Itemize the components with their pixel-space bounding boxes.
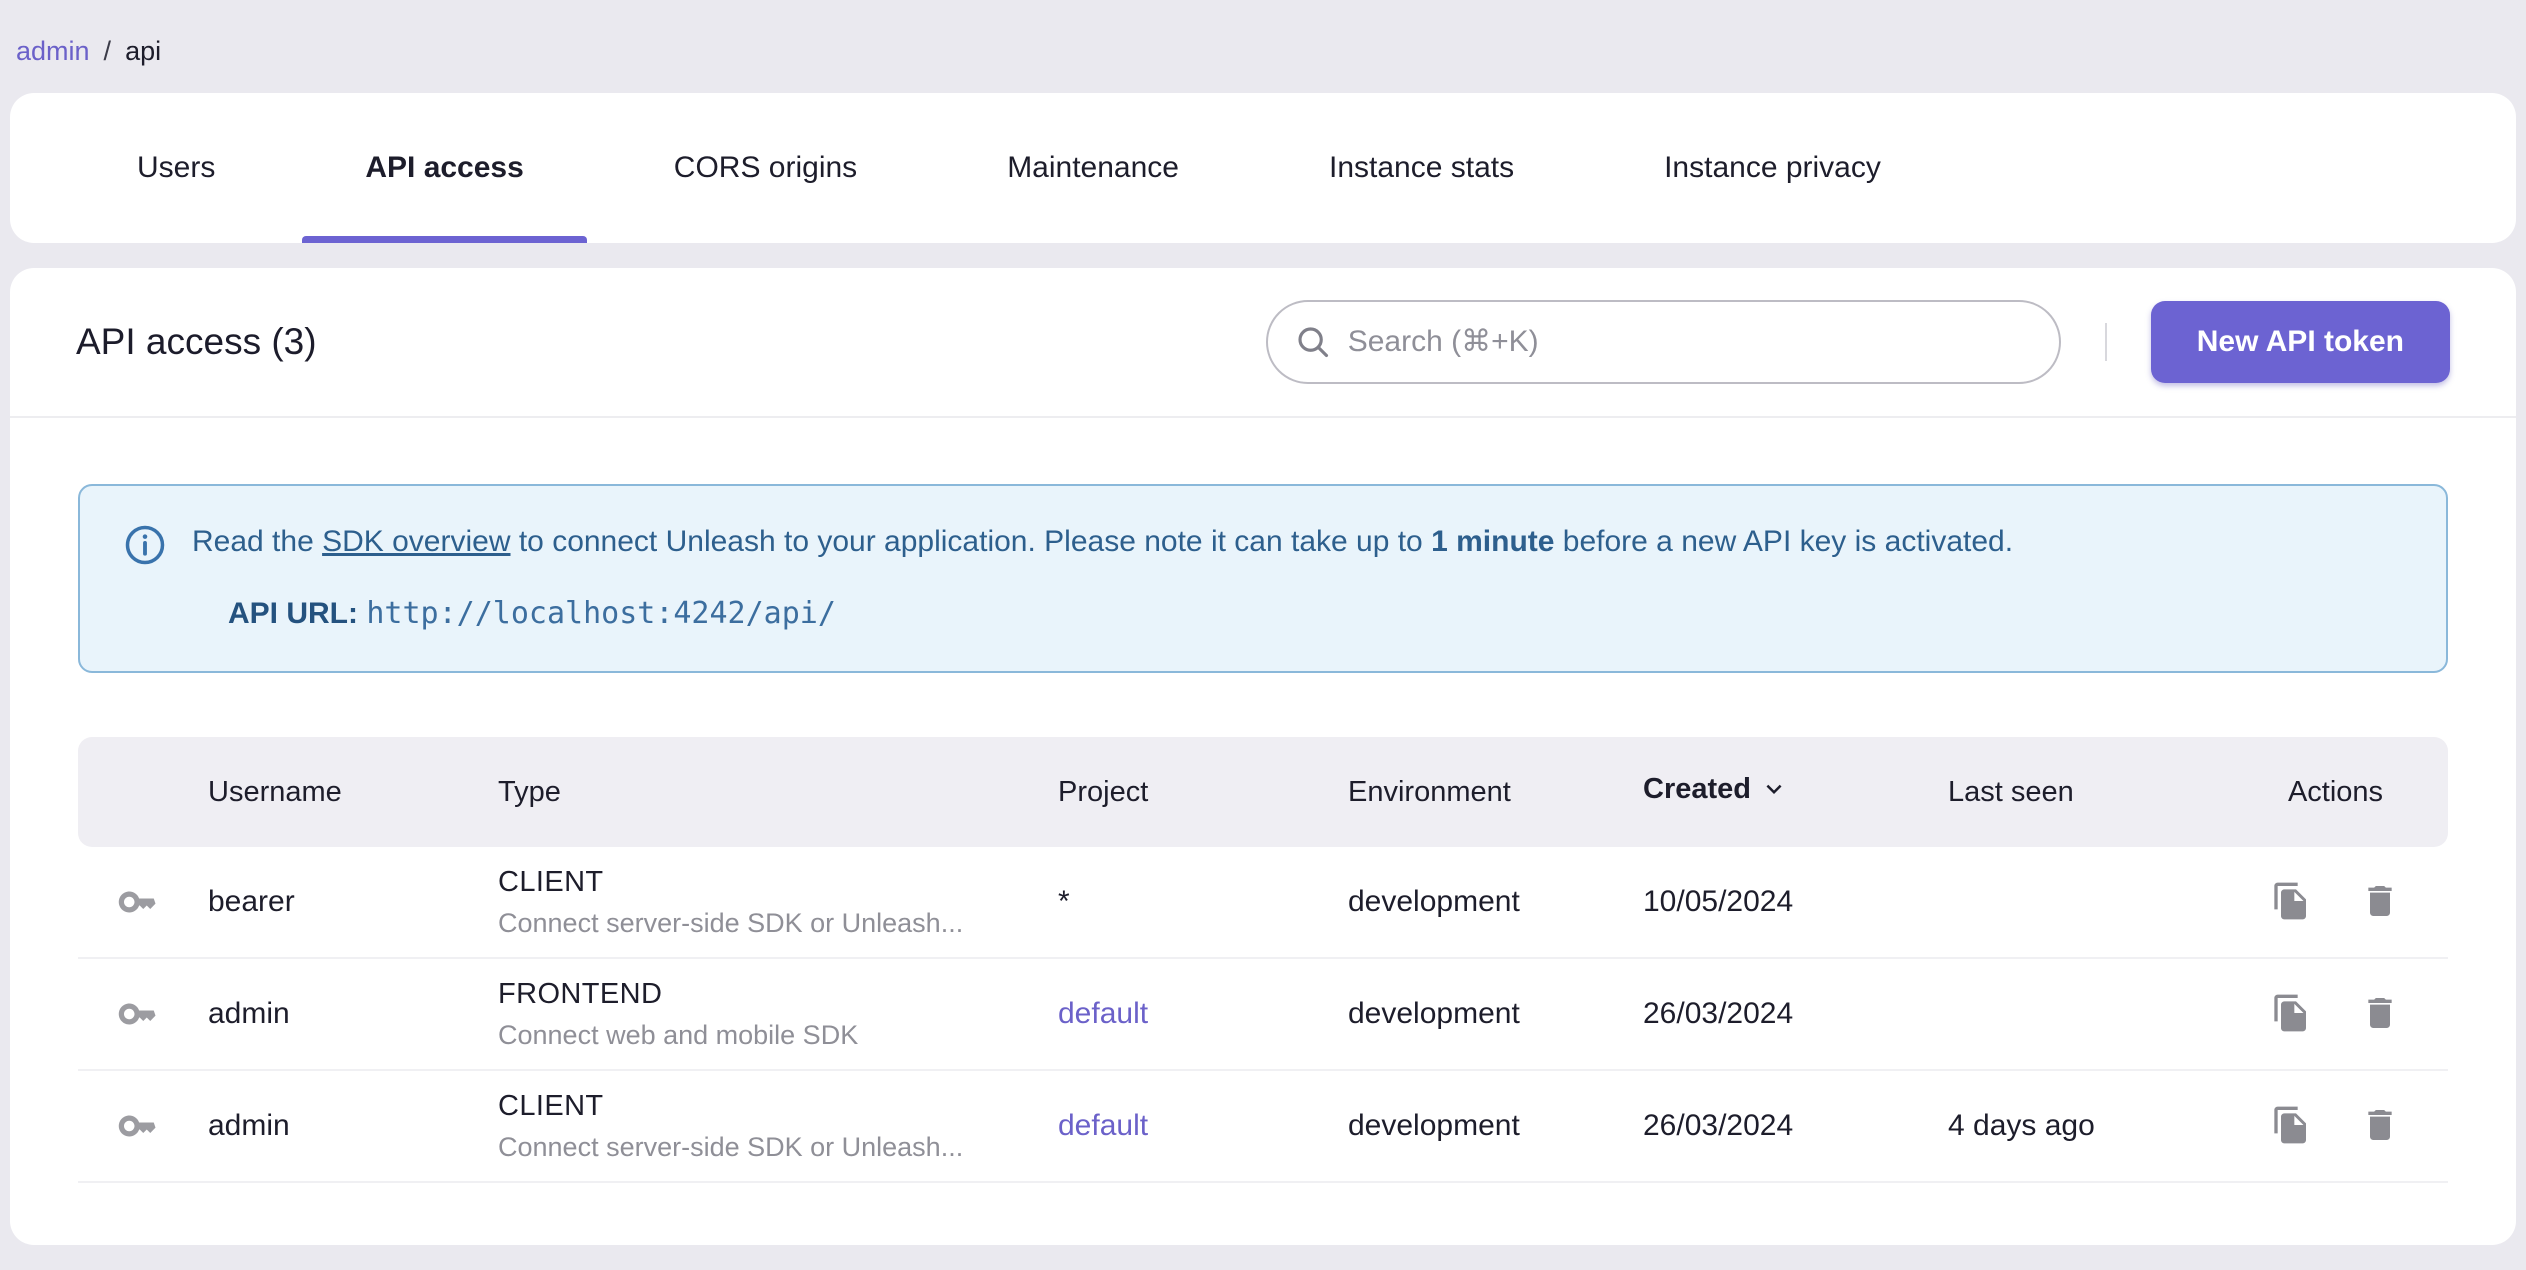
panel-header: API access (3) New API token (10, 268, 2516, 418)
delete-icon (2368, 997, 2392, 1028)
table-row: admin CLIENT Connect server-side SDK or … (78, 1071, 2448, 1183)
tab-users[interactable]: Users (62, 93, 290, 243)
tab-instance-privacy[interactable]: Instance privacy (1589, 93, 1956, 243)
sdk-overview-link[interactable]: SDK overview (322, 525, 510, 558)
tab-cors-origins[interactable]: CORS origins (599, 93, 932, 243)
page-title: API access (3) (76, 321, 317, 362)
delete-token-button[interactable] (2352, 1097, 2408, 1156)
environment-cell: development (1348, 959, 1643, 1071)
table-row: admin FRONTEND Connect web and mobile SD… (78, 959, 2448, 1071)
api-tokens-table: Username Type Project Environment Create… (78, 737, 2448, 1183)
column-header-last-seen[interactable]: Last seen (1948, 737, 2233, 847)
last-seen-cell (1948, 847, 2233, 959)
breadcrumb-link-admin[interactable]: admin (16, 36, 90, 67)
created-cell: 26/03/2024 (1643, 1071, 1948, 1183)
copy-token-button[interactable] (2263, 1097, 2319, 1156)
breadcrumb-current: api (125, 36, 162, 66)
header-divider (2104, 323, 2107, 361)
delete-token-button[interactable] (2352, 873, 2408, 932)
api-tokens-table-wrap: Username Type Project Environment Create… (78, 737, 2448, 1183)
search-input[interactable] (1347, 325, 2033, 359)
username-cell: bearer (208, 885, 295, 918)
column-header-actions: Actions (2233, 737, 2448, 847)
token-type-description: Connect server-side SDK or Unleash... (498, 907, 964, 938)
username-cell: admin (208, 997, 290, 1030)
token-type-description: Connect web and mobile SDK (498, 1019, 859, 1050)
project-link[interactable]: default (1058, 997, 1148, 1030)
last-seen-cell (1948, 959, 2233, 1071)
delete-icon (2368, 1109, 2392, 1140)
table-header-row: Username Type Project Environment Create… (78, 737, 2448, 847)
info-text-bold: 1 minute (1431, 525, 1555, 558)
tab-api-access[interactable]: API access (290, 93, 598, 243)
environment-cell: development (1348, 1071, 1643, 1183)
delete-token-button[interactable] (2352, 985, 2408, 1044)
breadcrumb-separator: / (103, 36, 112, 66)
username-cell: admin (208, 1109, 290, 1142)
info-text: Read the SDK overview to connect Unleash… (192, 522, 2013, 563)
table-row: bearer CLIENT Connect server-side SDK or… (78, 847, 2448, 959)
column-header-icon (78, 737, 208, 847)
search-box[interactable] (1265, 300, 2061, 384)
info-text-prefix: Read the (192, 525, 323, 558)
key-icon (118, 1003, 156, 1025)
new-api-token-button[interactable]: New API token (2150, 301, 2450, 383)
api-url-line: API URL: http://localhost:4242/api/ (124, 596, 2402, 631)
api-url-value: http://localhost:4242/api/ (366, 596, 836, 631)
api-url-separator: : (348, 597, 367, 630)
sort-desc-icon (1759, 774, 1789, 812)
info-alert: Read the SDK overview to connect Unleash… (78, 484, 2448, 673)
api-access-panel: API access (3) New API token Read the SD… (10, 268, 2516, 1245)
copy-token-button[interactable] (2263, 985, 2319, 1044)
copy-icon (2274, 882, 2307, 919)
copy-icon (2274, 1106, 2307, 1143)
token-type: CLIENT (498, 865, 604, 898)
token-type-description: Connect server-side SDK or Unleash... (498, 1131, 964, 1162)
active-tab-indicator (302, 236, 587, 243)
column-header-project[interactable]: Project (1058, 737, 1348, 847)
copy-token-button[interactable] (2263, 873, 2319, 932)
environment-cell: development (1348, 847, 1643, 959)
info-text-mid: to connect Unleash to your application. … (510, 525, 1432, 558)
column-header-username[interactable]: Username (208, 737, 498, 847)
created-cell: 26/03/2024 (1643, 959, 1948, 1071)
created-cell: 10/05/2024 (1643, 847, 1948, 959)
tab-instance-stats[interactable]: Instance stats (1254, 93, 1589, 243)
breadcrumb: admin / api (0, 0, 2526, 67)
info-text-suffix: before a new API key is activated. (1554, 525, 2014, 558)
column-header-created[interactable]: Created (1643, 737, 1948, 847)
search-icon (1298, 327, 1328, 358)
column-header-environment[interactable]: Environment (1348, 737, 1643, 847)
token-type: FRONTEND (498, 977, 663, 1010)
last-seen-cell: 4 days ago (1948, 1071, 2233, 1183)
project-cell: * (1058, 885, 1070, 918)
admin-tabs-bar: Users API access CORS origins Maintenanc… (10, 93, 2516, 243)
token-type: CLIENT (498, 1089, 604, 1122)
tab-maintenance[interactable]: Maintenance (932, 93, 1254, 243)
project-link[interactable]: default (1058, 1109, 1148, 1142)
column-header-type[interactable]: Type (498, 737, 1058, 847)
copy-icon (2274, 994, 2307, 1031)
info-icon (125, 525, 165, 565)
key-icon (118, 891, 156, 913)
created-header-label: Created (1643, 772, 1751, 805)
delete-icon (2368, 885, 2392, 916)
api-url-label: API URL (228, 597, 348, 630)
key-icon (118, 1115, 156, 1137)
